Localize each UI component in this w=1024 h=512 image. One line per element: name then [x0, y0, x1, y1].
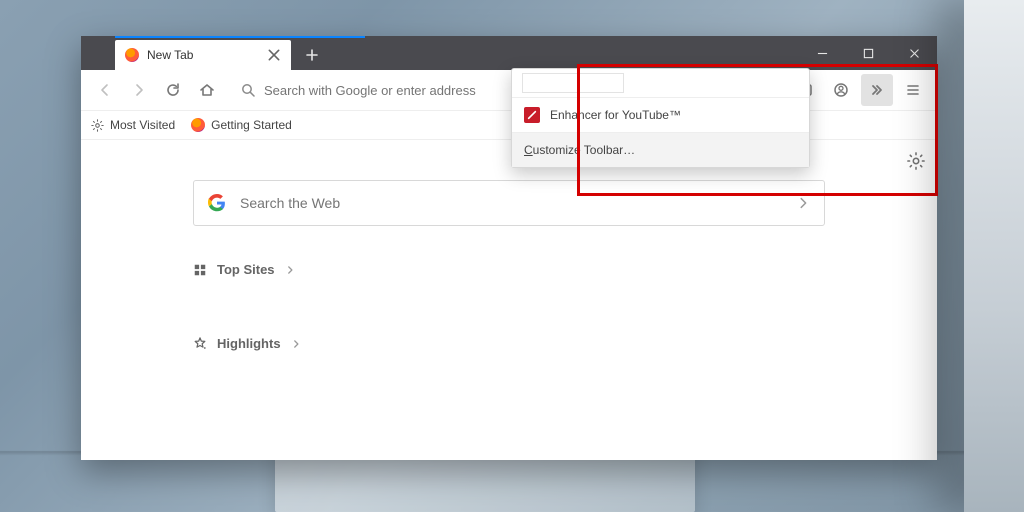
reload-button[interactable] [157, 74, 189, 106]
highlights-icon [193, 337, 207, 351]
overflow-menu-button[interactable] [861, 74, 893, 106]
top-sites-section-header[interactable]: Top Sites [193, 262, 295, 277]
tab-close-button[interactable] [267, 48, 281, 62]
tab-bar: New Tab [81, 36, 937, 70]
section-label: Highlights [217, 336, 281, 351]
highlights-section-header[interactable]: Highlights [193, 336, 301, 351]
chevron-right-icon [291, 339, 301, 349]
window-minimize-button[interactable] [799, 36, 845, 70]
window-controls [799, 36, 937, 70]
overflow-slot-placeholder [522, 73, 624, 93]
firefox-favicon-icon [125, 48, 139, 62]
window-close-button[interactable] [891, 36, 937, 70]
bookmark-getting-started[interactable]: Getting Started [191, 118, 292, 132]
tab-new-tab[interactable]: New Tab [115, 40, 291, 70]
newtab-settings-button[interactable] [907, 152, 925, 170]
tab-loading-accent [115, 36, 365, 38]
overflow-item-label: Enhancer for YouTube™ [550, 108, 681, 122]
overflow-item-enhancer[interactable]: Enhancer for YouTube™ [512, 98, 809, 132]
tab-title: New Tab [147, 48, 193, 62]
forward-button[interactable] [123, 74, 155, 106]
newtab-search-input[interactable] [238, 194, 796, 212]
bookmark-label: Most Visited [110, 118, 175, 132]
chevron-right-icon [285, 265, 295, 275]
desktop-background: New Tab [0, 0, 1024, 512]
enhancer-extension-icon [524, 107, 540, 123]
window-maximize-button[interactable] [845, 36, 891, 70]
back-button[interactable] [89, 74, 121, 106]
newtab-search-box[interactable] [193, 180, 825, 226]
bookmark-label: Getting Started [211, 118, 292, 132]
overflow-menu-popup: Enhancer for YouTube™ Customize Toolbar… [511, 68, 810, 168]
section-label: Top Sites [217, 262, 275, 277]
home-button[interactable] [191, 74, 223, 106]
search-icon [240, 82, 256, 98]
bookmark-most-visited[interactable]: Most Visited [91, 118, 175, 132]
search-submit-icon[interactable] [796, 196, 810, 210]
account-button[interactable] [825, 74, 857, 106]
newtab-content: Top Sites Highlights [81, 140, 937, 462]
overflow-customize-toolbar[interactable]: Customize Toolbar… [512, 132, 809, 167]
overflow-popup-header [512, 69, 809, 98]
firefox-favicon-icon [191, 118, 205, 132]
app-menu-button[interactable] [897, 74, 929, 106]
google-logo-icon [208, 194, 226, 212]
top-sites-icon [193, 263, 207, 277]
overflow-customize-label: Customize Toolbar… [524, 143, 635, 157]
new-tab-button[interactable] [297, 40, 327, 70]
most-visited-icon [91, 119, 104, 132]
